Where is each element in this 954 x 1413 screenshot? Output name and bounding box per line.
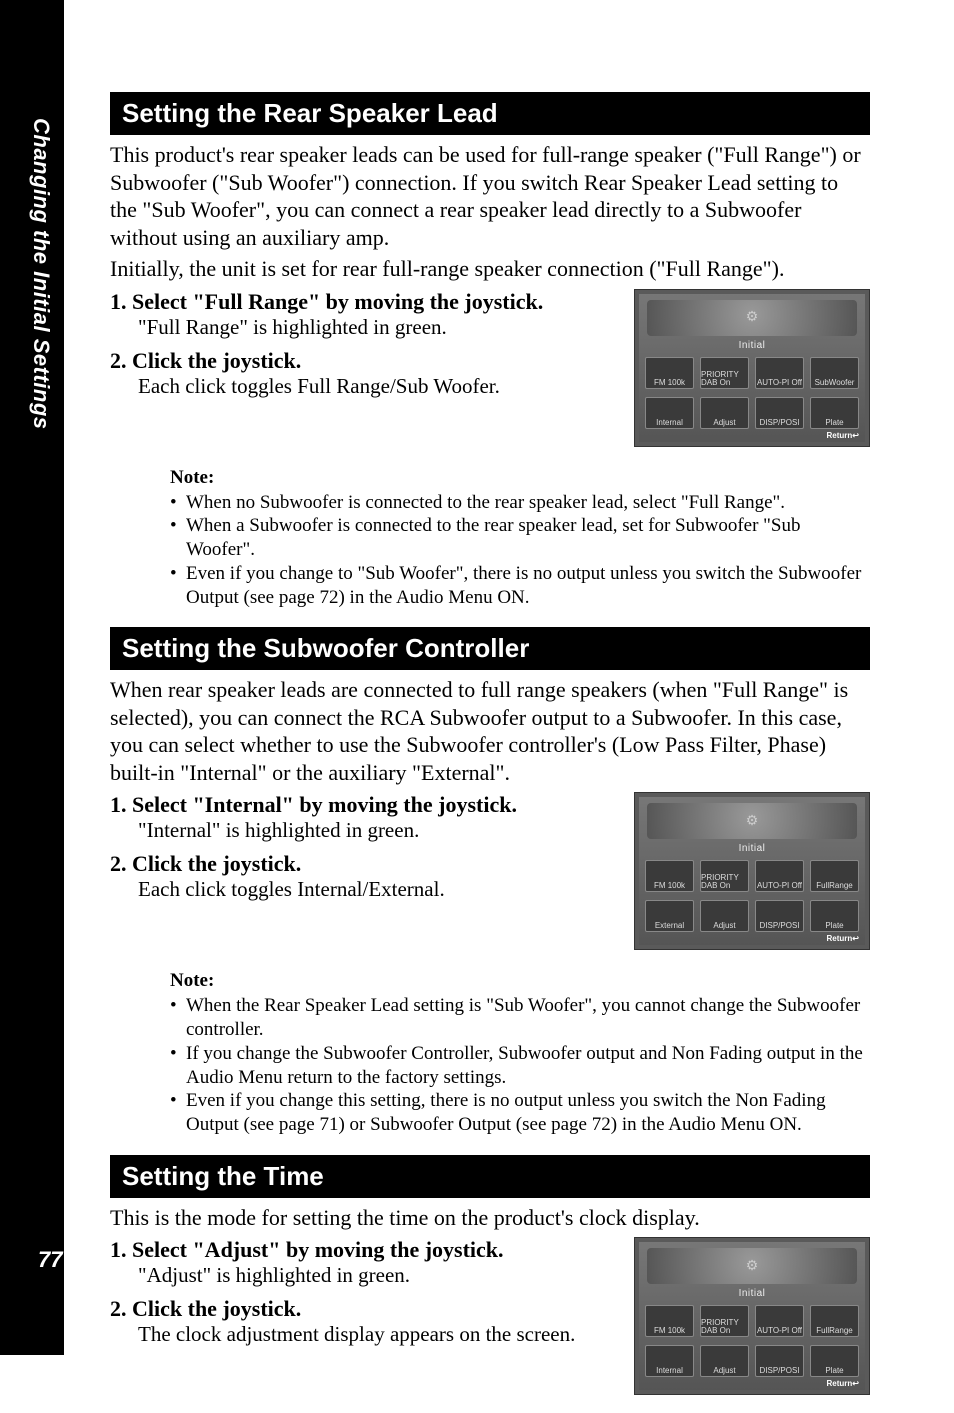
menu-cell: Plate bbox=[810, 397, 859, 429]
step-2: 2. Click the joystick. Each click toggle… bbox=[110, 348, 616, 399]
steps-column: 1. Select "Adjust" by moving the joystic… bbox=[110, 1237, 616, 1395]
step-1: 1. Select "Adjust" by moving the joystic… bbox=[110, 1237, 616, 1288]
menu-cell: FullRange bbox=[810, 860, 859, 892]
deco-icon: ⚙ bbox=[647, 300, 857, 336]
menu-cell: AUTO-PI Off bbox=[755, 860, 804, 892]
step-sub: "Adjust" is highlighted in green. bbox=[138, 1263, 616, 1288]
steps-column: 1. Select "Internal" by moving the joyst… bbox=[110, 792, 616, 950]
deco-icon: ⚙ bbox=[647, 1248, 857, 1284]
step-num: 2. bbox=[110, 348, 127, 373]
note-item: If you change the Subwoofer Controller, … bbox=[170, 1042, 870, 1090]
intro-text: This product's rear speaker leads can be… bbox=[110, 141, 870, 251]
intro-text: This is the mode for setting the time on… bbox=[110, 1204, 870, 1232]
menu-cell: DISP/POSI bbox=[755, 900, 804, 932]
note-title: Note: bbox=[170, 970, 870, 992]
step-head: Click the joystick. bbox=[132, 1296, 301, 1321]
menu-cell: PRIORITY DAB On bbox=[700, 860, 749, 892]
step-sub: Each click toggles Internal/External. bbox=[138, 877, 616, 902]
steps-column: 1. Select "Full Range" by moving the joy… bbox=[110, 289, 616, 447]
menu-cell: PRIORITY DAB On bbox=[700, 1305, 749, 1337]
note-item: Even if you change to "Sub Woofer", ther… bbox=[170, 562, 870, 610]
step-2: 2. Click the joystick. The clock adjustm… bbox=[110, 1296, 616, 1347]
intro-text: When rear speaker leads are connected to… bbox=[110, 676, 870, 786]
menu-cell: Plate bbox=[810, 1345, 859, 1377]
steps-row: 1. Select "Adjust" by moving the joystic… bbox=[110, 1237, 870, 1395]
section-title: Setting the Rear Speaker Lead bbox=[110, 92, 870, 135]
note-item: When the Rear Speaker Lead setting is "S… bbox=[170, 994, 870, 1042]
steps-row: 1. Select "Full Range" by moving the joy… bbox=[110, 289, 870, 447]
shot-title: Initial bbox=[639, 340, 865, 351]
step-1: 1. Select "Full Range" by moving the joy… bbox=[110, 289, 616, 340]
intro-text-2: Initially, the unit is set for rear full… bbox=[110, 255, 870, 283]
shot-title: Initial bbox=[639, 843, 865, 854]
section-subwoofer-controller: Setting the Subwoofer Controller When re… bbox=[110, 627, 870, 1137]
step-sub: "Internal" is highlighted in green. bbox=[138, 818, 616, 843]
menu-cell: AUTO-PI Off bbox=[755, 357, 804, 389]
menu-cell: Plate bbox=[810, 900, 859, 932]
note-item: Even if you change this setting, there i… bbox=[170, 1089, 870, 1137]
step-head: Select "Internal" by moving the joystick… bbox=[132, 792, 517, 817]
step-num: 2. bbox=[110, 1296, 127, 1321]
shot-title: Initial bbox=[639, 1288, 865, 1299]
step-sub: The clock adjustment display appears on … bbox=[138, 1322, 616, 1347]
sidebar-bar: Changing the Initial Settings 77 bbox=[0, 0, 64, 1355]
step-head: Select "Adjust" by moving the joystick. bbox=[132, 1237, 504, 1262]
note-item: When no Subwoofer is connected to the re… bbox=[170, 491, 870, 515]
page-content: Setting the Rear Speaker Lead This produ… bbox=[110, 92, 870, 1413]
step-num: 1. bbox=[110, 1237, 127, 1262]
step-num: 2. bbox=[110, 851, 127, 876]
menu-cell: DISP/POSI bbox=[755, 1345, 804, 1377]
menu-cell: FM 100k bbox=[645, 860, 694, 892]
menu-cell: PRIORITY DAB On bbox=[700, 357, 749, 389]
section-rear-speaker: Setting the Rear Speaker Lead This produ… bbox=[110, 92, 870, 609]
note-block: Note: When the Rear Speaker Lead setting… bbox=[170, 970, 870, 1137]
menu-cell: SubWoofer bbox=[810, 357, 859, 389]
step-head: Click the joystick. bbox=[132, 851, 301, 876]
deco-icon: ⚙ bbox=[647, 803, 857, 839]
steps-row: 1. Select "Internal" by moving the joyst… bbox=[110, 792, 870, 950]
step-sub: Each click toggles Full Range/Sub Woofer… bbox=[138, 374, 616, 399]
ui-screenshot: ⚙ Initial FM 100k PRIORITY DAB On AUTO-P… bbox=[634, 792, 870, 950]
page-number: 77 bbox=[38, 1247, 62, 1273]
note-item: When a Subwoofer is connected to the rea… bbox=[170, 514, 870, 562]
chapter-label: Changing the Initial Settings bbox=[28, 118, 54, 430]
section-title: Setting the Subwoofer Controller bbox=[110, 627, 870, 670]
menu-cell: Adjust bbox=[700, 900, 749, 932]
menu-cell: Internal bbox=[645, 1345, 694, 1377]
note-block: Note: When no Subwoofer is connected to … bbox=[170, 467, 870, 610]
return-label: Return↩ bbox=[827, 1379, 859, 1388]
section-time: Setting the Time This is the mode for se… bbox=[110, 1155, 870, 1396]
menu-cell: FM 100k bbox=[645, 1305, 694, 1337]
step-num: 1. bbox=[110, 289, 127, 314]
return-label: Return↩ bbox=[827, 934, 859, 943]
note-title: Note: bbox=[170, 467, 870, 489]
return-label: Return↩ bbox=[827, 431, 859, 440]
ui-screenshot: ⚙ Initial FM 100k PRIORITY DAB On AUTO-P… bbox=[634, 1237, 870, 1395]
step-sub: "Full Range" is highlighted in green. bbox=[138, 315, 616, 340]
menu-cell: FM 100k bbox=[645, 357, 694, 389]
section-title: Setting the Time bbox=[110, 1155, 870, 1198]
step-2: 2. Click the joystick. Each click toggle… bbox=[110, 851, 616, 902]
menu-cell: DISP/POSI bbox=[755, 397, 804, 429]
menu-cell: Adjust bbox=[700, 1345, 749, 1377]
step-1: 1. Select "Internal" by moving the joyst… bbox=[110, 792, 616, 843]
menu-cell: Adjust bbox=[700, 397, 749, 429]
menu-cell: Internal bbox=[645, 397, 694, 429]
menu-cell: FullRange bbox=[810, 1305, 859, 1337]
step-num: 1. bbox=[110, 792, 127, 817]
menu-cell: External bbox=[645, 900, 694, 932]
step-head: Click the joystick. bbox=[132, 348, 301, 373]
ui-screenshot: ⚙ Initial FM 100k PRIORITY DAB On AUTO-P… bbox=[634, 289, 870, 447]
menu-cell: AUTO-PI Off bbox=[755, 1305, 804, 1337]
step-head: Select "Full Range" by moving the joysti… bbox=[132, 289, 543, 314]
